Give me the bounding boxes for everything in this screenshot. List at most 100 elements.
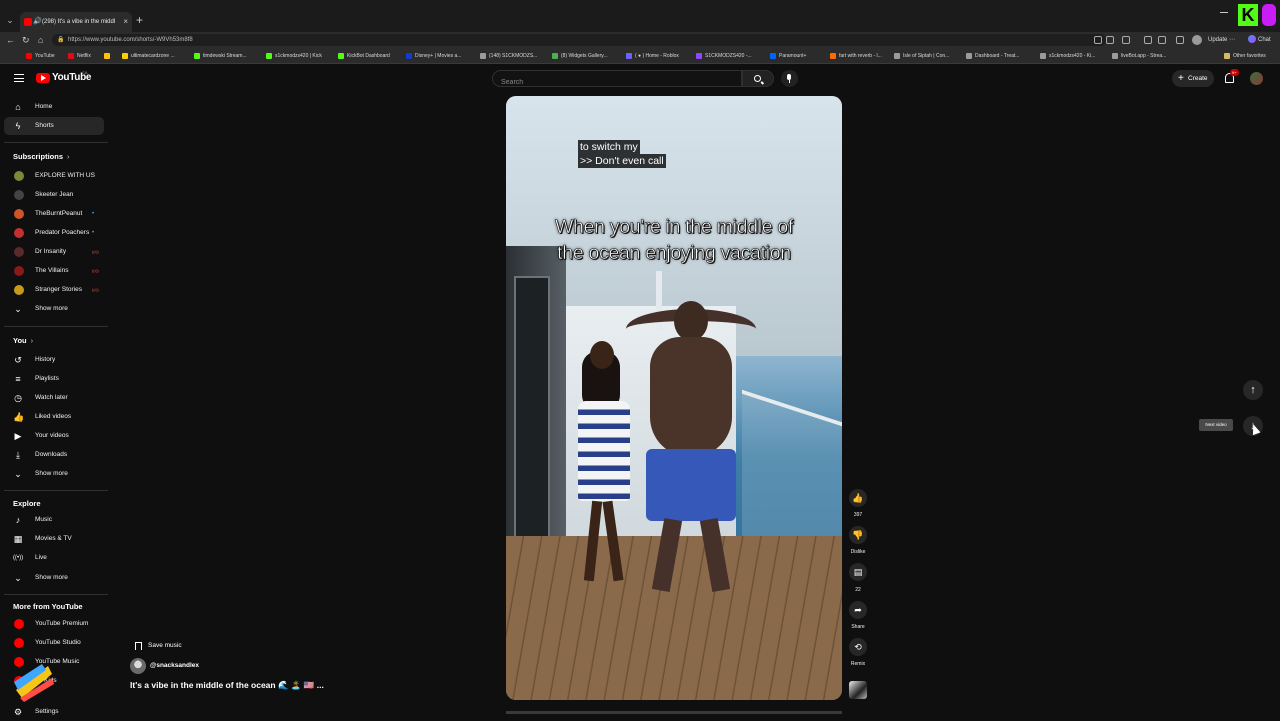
back-arrow-icon[interactable]: ← (6, 34, 15, 46)
copilot-chat-button[interactable]: Chat (1248, 34, 1271, 46)
sidebar-item-playlists[interactable]: ≡ Playlists (4, 370, 104, 388)
account-avatar[interactable] (1250, 72, 1263, 85)
like-button[interactable]: 👍 (849, 489, 867, 507)
stream-sticker-icon (12, 660, 56, 702)
voice-search-mic-icon[interactable] (781, 70, 798, 87)
bookmark-item[interactable]: Isle of Siptah | Con... (894, 48, 949, 64)
split-screen-icon[interactable] (1094, 36, 1102, 44)
sidebar-item-label: The Villains (35, 267, 69, 274)
sidebar-subscription-item[interactable]: Dr Insanity ((•)) (4, 243, 104, 261)
sidebar-subscription-item[interactable]: TheBurntPeanut • (4, 205, 104, 223)
sidebar-item-downloads[interactable]: ⤓ Downloads (4, 446, 104, 464)
sidebar-item-liked-videos[interactable]: 👍 Liked videos (4, 408, 104, 426)
sidebar-subscription-item[interactable]: EXPLORE WITH US (4, 167, 104, 185)
address-bar[interactable]: 🔒 https://www.youtube.com/shorts/-W9Vh53… (52, 34, 1106, 46)
bookmark-item[interactable]: Disney+ | Movies a... (406, 48, 461, 64)
bookmark-label: fart with reverb - l... (839, 53, 882, 59)
subscriptions-header[interactable]: Subscriptions › (13, 151, 70, 163)
sidebar-item-your-videos[interactable]: ▶ Your videos (4, 427, 104, 445)
speaker-icon[interactable]: 🔊 (33, 12, 42, 32)
youtube-logo-icon[interactable] (36, 73, 50, 83)
short-title[interactable]: It's a vibe in the middle of the ocean 🌊… (130, 679, 324, 691)
search-input[interactable] (493, 75, 741, 90)
sidebar-subscription-item[interactable]: The Villains ((•)) (4, 262, 104, 280)
video-progress-track[interactable] (506, 711, 842, 714)
new-tab-plus-icon[interactable]: + (136, 14, 143, 26)
bookmark-item[interactable]: Netflix (68, 48, 91, 64)
bookmark-label: Disney+ | Movies a... (415, 53, 462, 59)
you-show-more[interactable]: ⌄ Show more (4, 465, 104, 483)
profile-avatar[interactable] (1192, 35, 1202, 45)
bookmark-item[interactable]: s1ckmodzs420 | Kick (266, 48, 322, 64)
site-info-icon[interactable]: 🔒 (57, 34, 64, 46)
share-button[interactable]: ➦ (849, 601, 867, 619)
tab-list-chevron-icon[interactable]: ⌄ (4, 14, 16, 26)
minimize-window-icon[interactable] (1220, 12, 1228, 13)
sidebar-item-youtube-app[interactable]: YouTube Studio (4, 634, 104, 652)
downloads-icon[interactable] (1176, 36, 1184, 44)
comments-button[interactable]: ▤ (849, 563, 867, 581)
bookmark-item[interactable]: liveBot.app - Strea... (1112, 48, 1166, 64)
explore-header[interactable]: Explore (13, 498, 41, 510)
bookmark-label: YouTube (35, 53, 55, 59)
bookmark-item[interactable]: (148) S1CKMODZS... (480, 48, 537, 64)
bookmark-item[interactable]: KickBot Dashboard (338, 48, 390, 64)
create-button[interactable]: + Create (1172, 70, 1214, 87)
bookmark-item[interactable]: S1CKMODZS420 -... (696, 48, 752, 64)
youtube-app-icon (14, 638, 24, 648)
create-label: Create (1188, 75, 1208, 82)
bookmark-item[interactable] (104, 48, 113, 64)
previous-video-button[interactable]: ↑ (1243, 380, 1263, 400)
sidebar-subscription-item[interactable]: Stranger Stories ((•)) (4, 281, 104, 299)
sidebar-item-live[interactable]: ((•)) Live (4, 549, 104, 567)
refresh-extension-icon[interactable] (1122, 36, 1130, 44)
close-tab-icon[interactable]: × (123, 12, 128, 32)
sidebar-item-home[interactable]: ⌂ Home (4, 98, 104, 116)
bookmark-item[interactable]: Paramount+ (770, 48, 806, 64)
subscriptions-show-more[interactable]: ⌄ Show more (4, 300, 104, 318)
update-button[interactable]: Update ⋯ (1208, 34, 1235, 46)
bookmark-item[interactable]: (8) Widgets Gallery... (552, 48, 608, 64)
sound-thumbnail[interactable] (849, 681, 867, 699)
sidebar-item-music[interactable]: ♪ Music (4, 511, 104, 529)
remix-button[interactable]: ⟲ (849, 638, 867, 656)
save-music-button[interactable]: Save music (130, 638, 182, 654)
bookmark-item[interactable]: ( ● ) Home - Roblox (626, 48, 679, 64)
shorts-video-player[interactable]: to switch my >> Don't even call When you… (506, 96, 842, 700)
dislike-button[interactable]: 👎 (849, 526, 867, 544)
favorite-star-icon[interactable] (1106, 36, 1114, 44)
channel-handle[interactable]: @snacksandlex (150, 660, 199, 672)
explore-show-more[interactable]: ⌄ Show more (4, 569, 104, 587)
you-header[interactable]: You › (13, 335, 33, 347)
bookmark-item[interactable]: YouTube (26, 48, 55, 64)
sidebar-divider (4, 490, 108, 491)
sidebar-item-watch-later[interactable]: ◷ Watch later (4, 389, 104, 407)
home-icon[interactable]: ⌂ (38, 34, 43, 46)
bookmark-label: Paramount+ (779, 53, 807, 59)
reload-icon[interactable]: ↻ (22, 34, 30, 46)
sidebar-item-history[interactable]: ↺ History (4, 351, 104, 369)
bookmark-item[interactable]: timdewski Stream... (194, 48, 247, 64)
other-favorites[interactable]: Other favorites (1224, 48, 1266, 64)
extensions-icon[interactable] (1144, 36, 1152, 44)
sidebar-subscription-item[interactable]: Skeeter Jean (4, 186, 104, 204)
search-box[interactable] (492, 70, 742, 90)
browser-tab-active[interactable]: 🔊 (298) It's a vibe in the middl × (20, 12, 132, 32)
sidebar-subscription-item[interactable]: Predator Poachers • (4, 224, 104, 242)
channel-avatar[interactable] (130, 658, 146, 674)
search-button[interactable] (742, 70, 774, 87)
bookmark-item[interactable]: Dashboard - Treat... (966, 48, 1019, 64)
bookmark-icon (135, 642, 142, 650)
sidebar-item-movies-tv[interactable]: ▦ Movies & TV (4, 530, 104, 548)
sidebar-item-settings[interactable]: ⚙ Settings (4, 703, 104, 721)
guide-menu-icon[interactable] (14, 74, 24, 82)
bookmark-item[interactable]: ultimatecardzone ... (122, 48, 175, 64)
sidebar-item-youtube-app[interactable]: YouTube Premium (4, 615, 104, 633)
sidebar-item-shorts[interactable]: ϟ Shorts (4, 117, 104, 135)
man-leg-right (699, 517, 731, 593)
man-head (674, 301, 708, 341)
bookmark-item[interactable]: s1ckmodzs420 - Ki... (1040, 48, 1095, 64)
favorites-icon[interactable] (1158, 36, 1166, 44)
bookmark-item[interactable]: fart with reverb - l... (830, 48, 882, 64)
more-from-youtube-header[interactable]: More from YouTube (13, 601, 83, 613)
